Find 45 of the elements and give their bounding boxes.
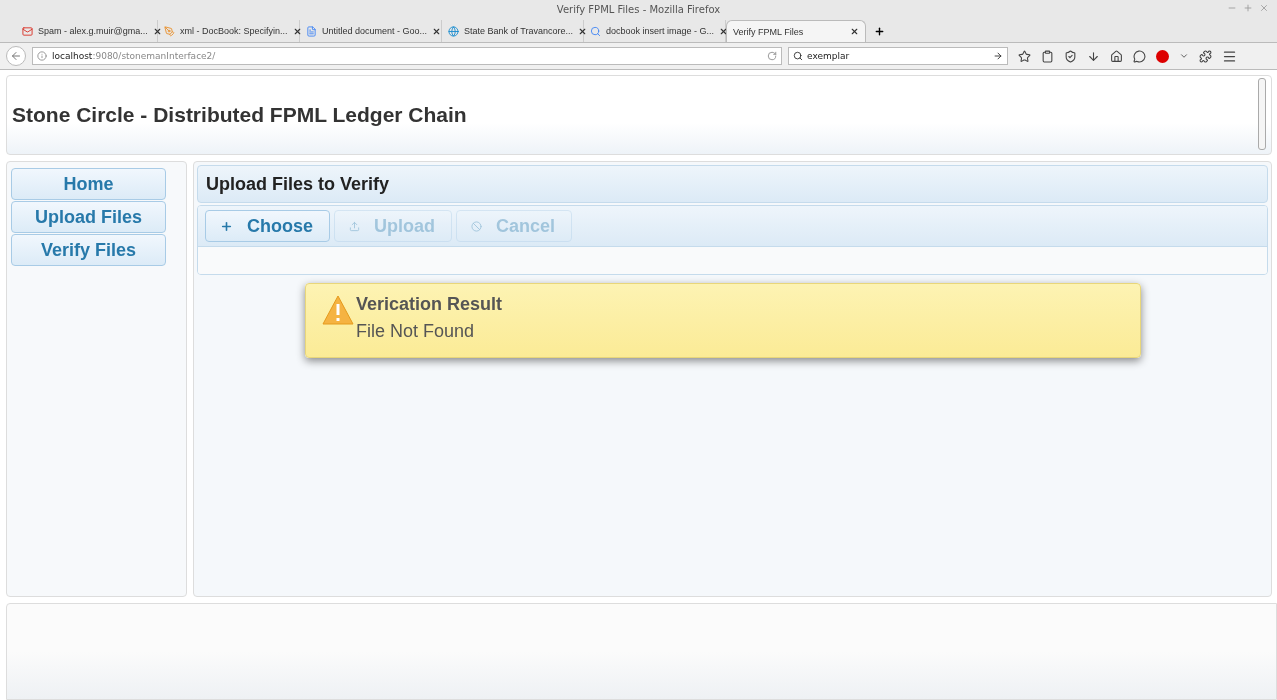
browser-tab[interactable]: Untitled document - Goo... (300, 20, 442, 42)
clipboard-icon[interactable] (1041, 49, 1054, 63)
plus-icon (220, 219, 233, 233)
close-icon[interactable] (292, 26, 302, 36)
back-arrow-icon (10, 50, 22, 62)
browser-tab[interactable]: Spam - alex.g.muir@gma... (16, 20, 158, 42)
chat-icon[interactable] (1133, 49, 1146, 63)
close-icon[interactable] (850, 27, 859, 36)
document-icon (306, 25, 317, 37)
message-summary: Verication Result (356, 294, 503, 315)
scrollbar[interactable] (1258, 78, 1266, 150)
adblock-icon[interactable] (1156, 49, 1169, 63)
choose-button[interactable]: Choose (205, 210, 330, 242)
browser-tab[interactable]: State Bank of Travancore... (442, 20, 584, 42)
search-icon (590, 25, 601, 37)
browser-tab[interactable]: Verify FPML Files (726, 20, 866, 42)
caret-icon[interactable] (1179, 51, 1189, 61)
home-icon[interactable] (1110, 49, 1123, 63)
window-title: Verify FPML Files - Mozilla Firefox (556, 3, 721, 15)
go-arrow-icon[interactable] (993, 51, 1003, 61)
menu-icon[interactable] (1222, 48, 1237, 64)
close-icon[interactable] (719, 26, 729, 36)
message-detail: File Not Found (356, 321, 476, 342)
close-icon[interactable] (432, 26, 442, 36)
cancel-icon (471, 220, 482, 232)
panel-title: Upload Files to Verify (206, 173, 390, 195)
menu-button[interactable]: Home (11, 168, 166, 200)
menu-button[interactable]: Verify Files (11, 234, 166, 266)
shield-icon[interactable] (1064, 49, 1077, 63)
new-tab-icon[interactable] (874, 26, 885, 37)
puzzle-icon[interactable] (1199, 49, 1212, 63)
browser-tab[interactable]: xml - DocBook: Specifyin... (158, 20, 300, 42)
upload-icon (349, 220, 360, 232)
close-icon[interactable] (152, 26, 162, 36)
globe-icon (448, 25, 459, 37)
warning-icon (322, 294, 354, 326)
pen-icon (164, 25, 175, 37)
close-icon[interactable] (578, 26, 588, 36)
bookmark-star-icon[interactable] (1018, 49, 1031, 63)
search-icon (793, 51, 803, 61)
menu-button[interactable]: Upload Files (11, 201, 166, 233)
page-title: Stone Circle - Distributed FPML Ledger Chain (12, 103, 467, 127)
mail-icon (22, 25, 33, 37)
search-field[interactable]: exemplar (788, 47, 1008, 65)
download-icon[interactable] (1087, 49, 1100, 63)
